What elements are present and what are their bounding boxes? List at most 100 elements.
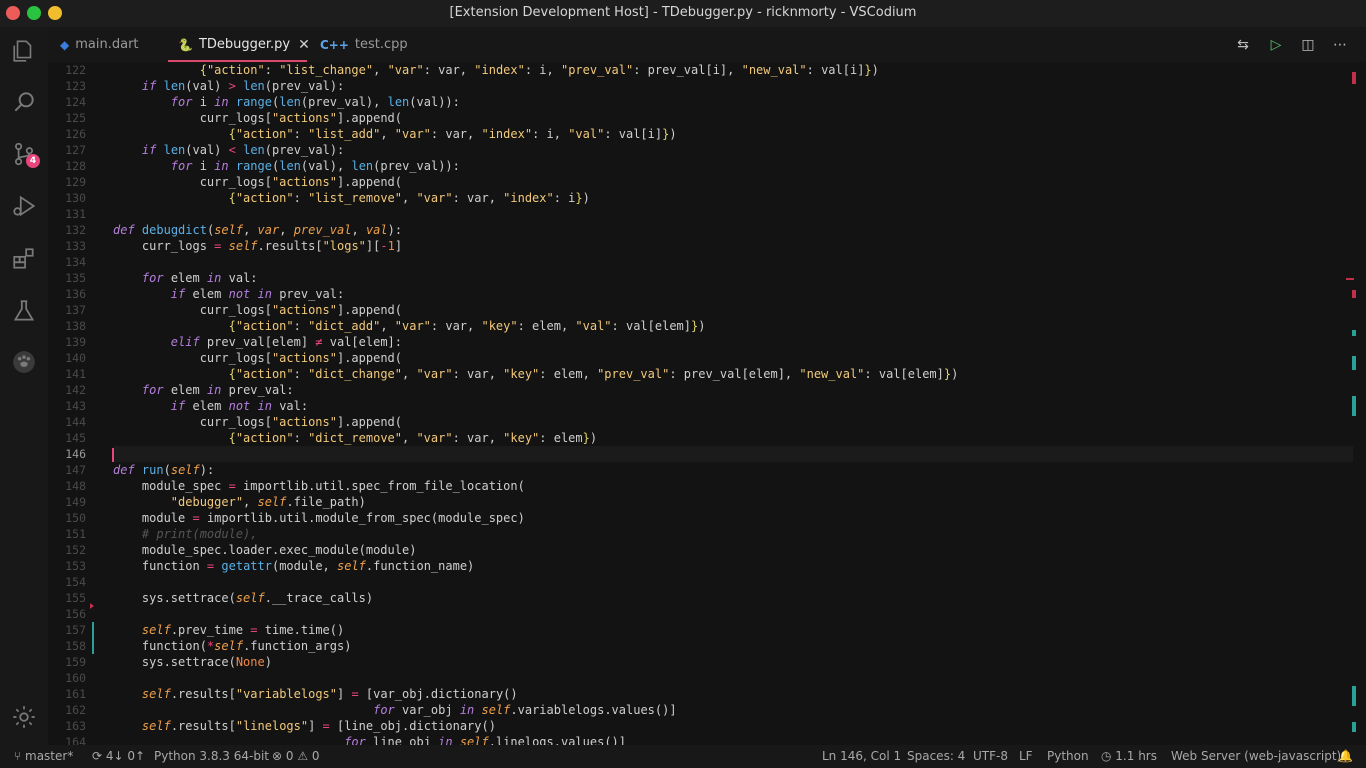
code-line: {"action": "dict_change", "var": var, "k… — [228, 367, 959, 381]
sync-label: 4↓ 0↑ — [105, 749, 146, 763]
code-line: if elem not in prev_val: — [170, 287, 345, 301]
extensions-icon[interactable] — [10, 245, 38, 273]
ruler-mark — [1352, 330, 1356, 336]
line-number: 149 — [65, 495, 86, 509]
code-line: module_spec = importlib.util.spec_from_f… — [113, 479, 525, 493]
branch-label: master* — [25, 749, 74, 763]
more-actions-icon[interactable]: ⋯ — [1331, 36, 1349, 54]
problems-label: 0 ⚠ 0 — [285, 749, 320, 763]
tab-main-dart[interactable]: ◆ main.dart — [60, 27, 139, 62]
line-number: 147 — [65, 463, 86, 477]
code-line: self.results["linelogs"] = [line_obj.dic… — [141, 719, 496, 733]
branch-status[interactable]: ⑂ master* — [14, 749, 73, 763]
code-line: function = getattr(module, self.function… — [113, 559, 475, 573]
title-bar: [Extension Development Host] - TDebugger… — [0, 0, 1366, 27]
line-number: 164 — [65, 735, 86, 745]
code-line: function(*self.function_args) — [113, 639, 352, 653]
line-number: 133 — [65, 239, 86, 253]
line-number: 132 — [65, 223, 86, 237]
indentation[interactable]: Spaces: 4 — [907, 749, 965, 763]
code-line: curr_logs["actions"].append( — [113, 351, 403, 365]
time-tracker[interactable]: ◷ 1.1 hrs — [1101, 749, 1157, 763]
code-line: {"action": "dict_remove", "var": var, "k… — [228, 431, 598, 445]
line-number: 134 — [65, 255, 86, 269]
encoding[interactable]: UTF-8 — [973, 749, 1008, 763]
python-interpreter[interactable]: Python 3.8.3 64-bit — [154, 749, 269, 763]
code-line: {"action": "list_add", "var": var, "inde… — [228, 127, 677, 141]
code-line: module_spec.loader.exec_module(module) — [113, 543, 417, 557]
code-line: curr_logs = self.results["logs"][-1] — [113, 239, 403, 253]
line-number: 123 — [65, 79, 86, 93]
line-number: 158 — [65, 639, 86, 653]
web-server-status[interactable]: Web Server (web-javascript) — [1171, 749, 1341, 763]
code-line: curr_logs["actions"].append( — [113, 415, 403, 429]
line-number: 137 — [65, 303, 86, 317]
line-number: 142 — [65, 383, 86, 397]
problems-status[interactable]: ⊗ 0 ⚠ 0 — [272, 749, 320, 763]
line-number: 145 — [65, 431, 86, 445]
line-number: 128 — [65, 159, 86, 173]
line-number: 126 — [65, 127, 86, 141]
code-line: self.results["variablelogs"] = [var_obj.… — [141, 687, 518, 701]
line-number: 152 — [65, 543, 86, 557]
overview-ruler[interactable] — [1346, 62, 1360, 745]
line-number: 153 — [65, 559, 86, 573]
error-icon: ⊗ — [272, 749, 286, 763]
close-icon[interactable]: ✕ — [298, 37, 310, 53]
testing-icon[interactable] — [10, 297, 38, 325]
line-number: 146 — [65, 447, 86, 461]
time-label: 1.1 hrs — [1115, 749, 1157, 763]
tab-tdebugger-py[interactable]: 🐍 TDebugger.py ✕ — [178, 27, 310, 62]
tab-label: main.dart — [75, 37, 139, 52]
ruler-mark — [1352, 356, 1356, 370]
code-line: if elem not in val: — [170, 399, 309, 413]
code-line: def debugdict(self, var, prev_val, val): — [113, 223, 403, 237]
line-number: 160 — [65, 671, 86, 685]
cursor-position[interactable]: Ln 146, Col 1 — [822, 749, 901, 763]
code-line: curr_logs["actions"].append( — [113, 175, 403, 189]
code-line: # print(module), — [141, 527, 258, 541]
line-number: 150 — [65, 511, 86, 525]
code-line: curr_logs["actions"].append( — [113, 111, 403, 125]
language-mode[interactable]: Python — [1047, 749, 1089, 763]
compare-changes-icon[interactable]: ⇆ — [1234, 36, 1252, 54]
line-number: 139 — [65, 335, 86, 349]
ruler-mark — [1352, 686, 1356, 706]
line-number: 156 — [65, 607, 86, 621]
code-line: for var_obj in self.variablelogs.values(… — [373, 703, 677, 717]
line-number: 124 — [65, 95, 86, 109]
run-debug-icon[interactable] — [10, 192, 38, 220]
line-number: 125 — [65, 111, 86, 125]
window-title: [Extension Development Host] - TDebugger… — [449, 5, 917, 20]
line-number: 141 — [65, 367, 86, 381]
tab-test-cpp[interactable]: C++ test.cpp — [320, 27, 408, 62]
search-icon[interactable] — [10, 88, 38, 116]
python-icon: 🐍 — [178, 37, 193, 52]
line-number: 159 — [65, 655, 86, 669]
cpp-icon: C++ — [320, 37, 349, 52]
run-file-icon[interactable]: ▷ — [1267, 36, 1285, 54]
code-line: if len(val) > len(prev_val): — [141, 79, 345, 93]
line-number: 136 — [65, 287, 86, 301]
code-line: {"action": "dict_add", "var": var, "key"… — [228, 319, 706, 333]
explorer-icon[interactable] — [10, 37, 38, 65]
sync-status[interactable]: ⟳ 4↓ 0↑ — [92, 749, 145, 763]
code-line: {"action": "list_remove", "var": var, "i… — [228, 191, 590, 205]
line-number: 140 — [65, 351, 86, 365]
code-editor[interactable]: 122 {"action": "list_change", "var": var… — [48, 62, 1366, 745]
line-number: 127 — [65, 143, 86, 157]
notifications-bell-icon[interactable]: 🔔 — [1338, 749, 1353, 763]
line-number: 131 — [65, 207, 86, 221]
paw-icon[interactable] — [10, 348, 38, 376]
code-line: if len(val) < len(prev_val): — [141, 143, 345, 157]
settings-gear-icon[interactable] — [10, 703, 38, 731]
code-line: def run(self): — [113, 463, 215, 477]
code-line: for elem in val: — [141, 271, 258, 285]
line-number: 162 — [65, 703, 86, 717]
line-number: 157 — [65, 623, 86, 637]
end-of-line[interactable]: LF — [1019, 749, 1033, 763]
ruler-mark — [1352, 290, 1356, 298]
status-bar: ⑂ master* ⟳ 4↓ 0↑ Python 3.8.3 64-bit ⊗ … — [0, 745, 1366, 768]
split-editor-icon[interactable]: ◫ — [1299, 36, 1317, 54]
line-number: 155 — [65, 591, 86, 605]
